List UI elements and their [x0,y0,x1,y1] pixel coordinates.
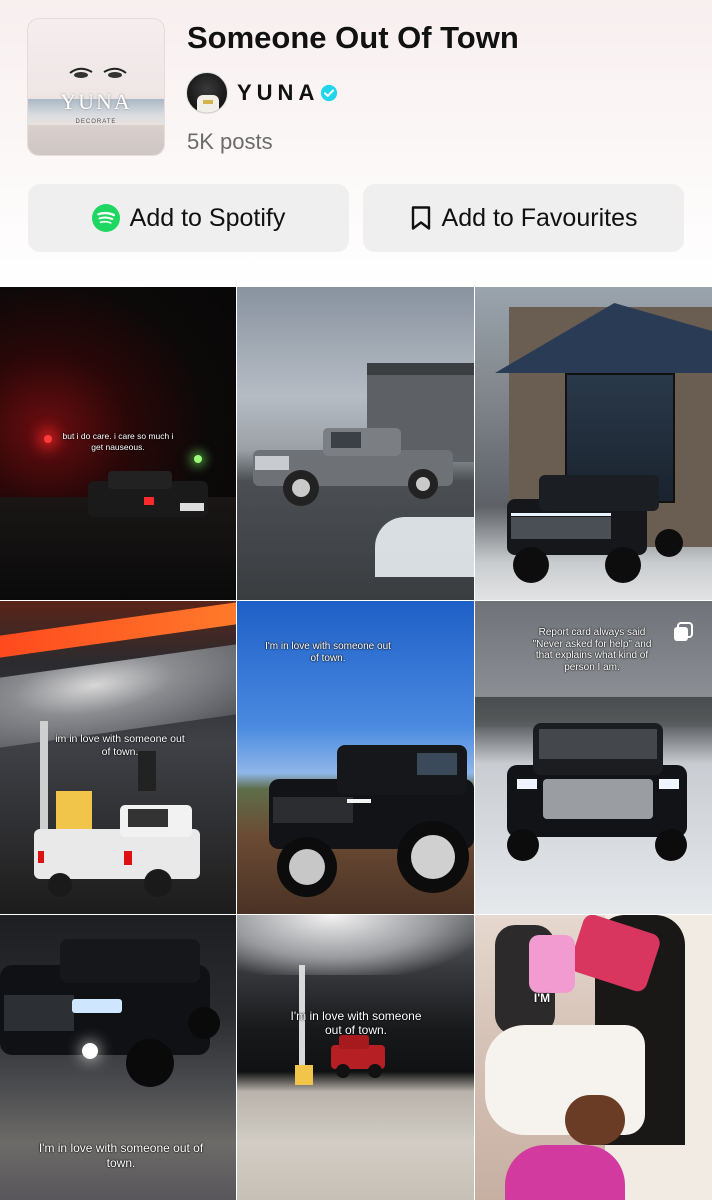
video-caption: I'm in love with someone out of town. [290,1009,422,1037]
video-thumbnail[interactable]: Report card always said "Never asked for… [475,601,712,914]
spotify-icon [91,204,120,232]
video-thumbnail[interactable]: I'm in love with someone out of town. [237,915,474,1200]
playlist-cover[interactable]: YUNA DECORATE [27,18,165,156]
multi-image-icon [674,622,693,641]
bookmark-icon [410,205,432,231]
creator-avatar[interactable] [186,72,228,114]
playlist-title: Someone Out Of Town [187,20,519,55]
creator-name[interactable]: YUNA [237,80,319,106]
video-caption: I'm in love with someone out of town. [38,1141,204,1170]
video-caption: im in love with someone out of town. [55,733,185,758]
truck-image [507,475,683,583]
video-thumbnail[interactable] [237,287,474,600]
add-to-spotify-label: Add to Spotify [129,203,286,232]
cover-sublogo: DECORATE [75,119,117,125]
verified-badge-icon [321,84,338,102]
video-thumbnail[interactable]: but i do care. i care so much i get naus… [0,287,236,600]
add-to-favourites-button[interactable]: Add to Favourites [363,184,684,252]
truck-image [507,723,687,861]
video-caption: Report card always said "Never asked for… [532,627,652,673]
video-caption: but i do care. i care so much i get naus… [62,431,174,452]
truck-image [331,1035,385,1078]
video-thumbnail[interactable]: I'm in love with someone out of town. [237,601,474,914]
post-count: 5K posts [187,129,273,154]
truck-image [269,745,474,897]
cover-logo: YUNA [60,89,132,114]
cover-eyes-art [69,67,127,78]
video-thumbnail[interactable] [475,287,712,600]
truck-image [253,428,453,506]
truck-image [34,805,200,897]
video-caption: I'm in love with someone out of town. [265,641,391,664]
playlist-header: YUNA DECORATE Someone Out Of Town YUNA 5… [0,0,712,287]
add-to-favourites-label: Add to Favourites [441,203,638,232]
video-thumbnail[interactable]: im in love with someone out of town. [0,601,236,914]
creator-link[interactable]: YUNA [186,72,338,114]
video-grid: but i do care. i care so much i get naus… [0,287,712,1200]
video-thumbnail[interactable]: I'M [475,915,712,1200]
truck-image [88,471,208,517]
truck-image [0,939,220,1087]
video-caption: I'M [533,991,551,1005]
add-to-spotify-button[interactable]: Add to Spotify [28,184,349,252]
video-thumbnail[interactable]: I'm in love with someone out of town. [0,915,236,1200]
